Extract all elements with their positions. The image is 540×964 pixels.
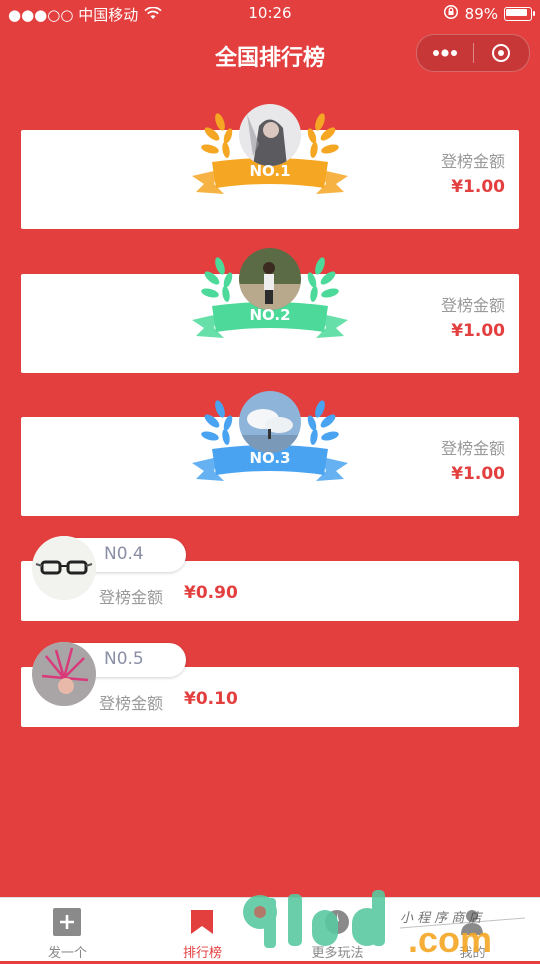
rank-number: NO.3 xyxy=(249,449,291,467)
status-right: 89% xyxy=(443,4,535,24)
tab-label: 更多玩法 xyxy=(311,946,364,961)
rank-number: N0.4 xyxy=(104,544,144,564)
status-bar: ●●●○○ 中国移动 10:26 89% xyxy=(0,0,540,28)
tab-post[interactable]: 发一个 xyxy=(0,898,135,961)
amount-value: ¥1.00 xyxy=(451,177,505,197)
close-button[interactable] xyxy=(474,44,530,62)
user-icon xyxy=(458,908,486,936)
nav-bar: 全国排行榜 xyxy=(0,28,540,78)
avatar xyxy=(32,642,96,706)
battery-icon xyxy=(504,7,535,21)
tab-me[interactable]: 我的 xyxy=(405,898,540,961)
medal-1: NO.1 xyxy=(190,104,350,204)
tab-label: 排行榜 xyxy=(182,946,222,961)
battery-percent: 89% xyxy=(464,5,498,23)
tab-label: 发一个 xyxy=(47,946,87,961)
tab-more[interactable]: 更多玩法 xyxy=(270,898,405,961)
amount-label: 登榜金额 xyxy=(99,588,164,607)
amount-label: 登榜金额 xyxy=(440,296,505,315)
avatar xyxy=(239,248,301,310)
rank-number: N0.5 xyxy=(104,649,144,669)
avatar xyxy=(239,104,301,166)
amount-value: ¥0.90 xyxy=(184,583,238,603)
avatar xyxy=(32,536,96,600)
target-circle-icon xyxy=(492,44,511,62)
rank-number: NO.1 xyxy=(249,162,291,180)
amount-label: 登榜金额 xyxy=(99,694,164,713)
medal-3: NO.3 xyxy=(190,391,350,491)
amount-value: ¥1.00 xyxy=(451,321,505,341)
tab-label: 我的 xyxy=(459,946,486,961)
amount-label: 登榜金额 xyxy=(440,152,505,171)
amount-value: ¥0.10 xyxy=(184,689,238,709)
tab-bar: 发一个 排行榜 更多玩法 我的 xyxy=(0,897,540,961)
rank-number: NO.2 xyxy=(249,306,291,324)
more-dots-icon[interactable] xyxy=(417,49,473,57)
amount-value: ¥1.00 xyxy=(451,464,505,484)
mini-program-capsule xyxy=(416,34,530,72)
amount-label: 登榜金额 xyxy=(440,439,505,458)
bookmark-icon xyxy=(188,908,216,936)
tab-ranking[interactable]: 排行榜 xyxy=(135,898,270,961)
plus-square-icon xyxy=(53,908,81,936)
avatar xyxy=(239,391,301,453)
medal-2: NO.2 xyxy=(190,248,350,348)
grid-icon xyxy=(323,908,351,936)
rotation-lock-icon xyxy=(443,4,459,24)
